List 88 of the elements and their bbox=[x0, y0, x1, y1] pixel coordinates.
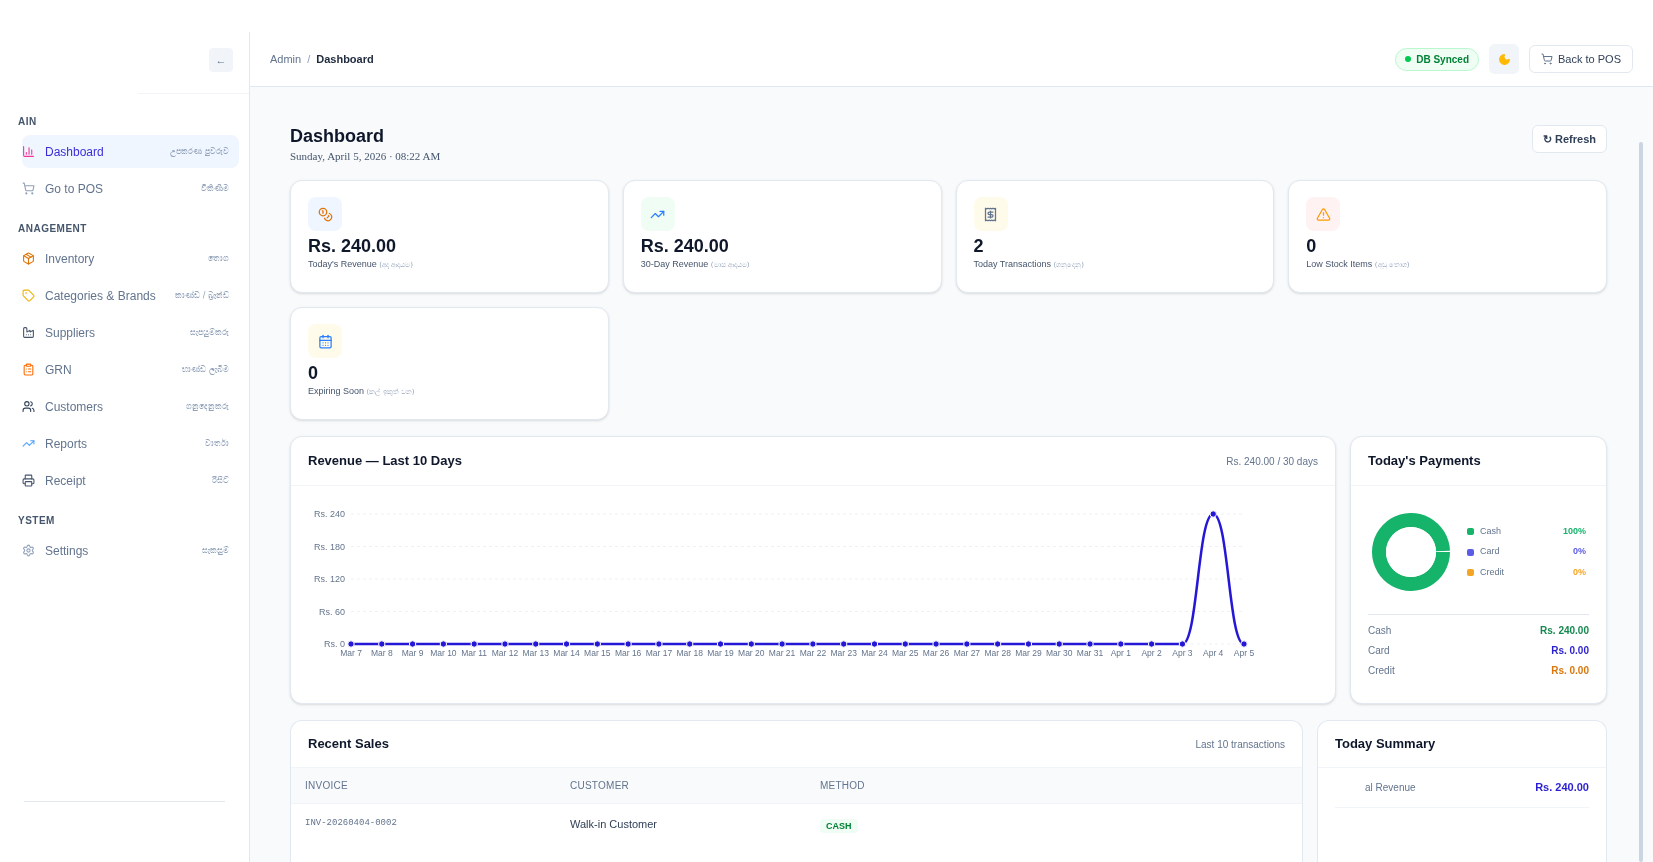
y-tick-label: Rs. 240 bbox=[313, 509, 345, 519]
x-tick-label: Mar 19 bbox=[707, 648, 734, 658]
sidebar-item[interactable]: Inventory තොග bbox=[22, 242, 239, 275]
card-title: Revenue — Last 10 Days bbox=[308, 452, 462, 471]
x-tick-label: Mar 20 bbox=[738, 648, 765, 658]
legend-percent: 100% bbox=[1562, 524, 1586, 538]
column-header: CUSTOMER bbox=[570, 779, 631, 793]
summary-value: Rs. 240.00 bbox=[1535, 780, 1589, 796]
x-tick-label: Mar 26 bbox=[922, 648, 950, 658]
legend-percent: 0% bbox=[1573, 565, 1586, 579]
x-tick-label: Mar 16 bbox=[614, 648, 642, 658]
customer-cell-text: Walk-in Customer bbox=[570, 816, 658, 832]
summary-label: al Revenue bbox=[1364, 781, 1416, 795]
section-label: YSTEM bbox=[17, 514, 56, 528]
payment-method-label: Cash bbox=[1368, 624, 1392, 638]
x-tick-label: Mar 25 bbox=[892, 648, 919, 658]
payment-method-label: Credit bbox=[1368, 664, 1395, 678]
sidebar-item[interactable]: Dashboard උපකරණ පුවරුව bbox=[22, 135, 239, 168]
sidebar-item[interactable]: GRN භාණ්ඩ ලැබීම bbox=[22, 353, 239, 386]
y-tick-label: Rs. 120 bbox=[313, 574, 345, 584]
card-title: Recent Sales bbox=[308, 735, 389, 754]
x-tick-label: Apr 5 bbox=[1233, 648, 1255, 658]
payment-amount: Rs. 240.00 bbox=[1540, 624, 1589, 638]
x-tick-label: Mar 7 bbox=[340, 648, 362, 658]
x-tick-label: Mar 15 bbox=[584, 648, 611, 658]
refresh-button[interactable]: ↻ Refresh bbox=[1531, 125, 1607, 153]
x-tick-label: Mar 18 bbox=[676, 648, 703, 658]
x-tick-label: Mar 27 bbox=[953, 648, 981, 658]
page-title: Dashboard bbox=[290, 125, 386, 148]
method-badge: CASH bbox=[820, 819, 858, 833]
card-title: Today Summary bbox=[1335, 735, 1436, 754]
revenue-summary: Rs. 240.00 / 30 days bbox=[1226, 454, 1318, 469]
x-tick-label: Apr 2 bbox=[1141, 648, 1162, 658]
section-label: ANAGEMENT bbox=[17, 222, 88, 236]
stat-value: 0 bbox=[1306, 235, 1318, 258]
x-tick-label: Apr 3 bbox=[1172, 648, 1193, 658]
legend-label: Credit bbox=[1480, 565, 1504, 579]
stat-value: Rs. 240.00 bbox=[308, 235, 398, 258]
card-note: Last 10 transactions bbox=[1195, 737, 1285, 752]
payment-method-label: Card bbox=[1368, 644, 1390, 658]
y-tick-label: Rs. 0 bbox=[324, 639, 345, 649]
sidebar-item[interactable]: Suppliers සැපයුම්කරු bbox=[22, 316, 239, 349]
x-tick-label: Mar 11 bbox=[461, 648, 488, 658]
column-header: METHOD bbox=[820, 779, 866, 793]
y-tick-label: Rs. 60 bbox=[319, 606, 345, 617]
sidebar-item[interactable]: Reports වාර්තා bbox=[22, 427, 239, 460]
legend-label: Card bbox=[1480, 545, 1500, 559]
x-tick-label: Mar 8 bbox=[370, 648, 393, 658]
x-tick-label: Mar 10 bbox=[430, 648, 457, 658]
sidebar-item[interactable]: Go to POS විකිණීම bbox=[22, 172, 239, 205]
x-tick-label: Mar 29 bbox=[1015, 648, 1042, 658]
payment-amount: Rs. 0.00 bbox=[1551, 644, 1589, 658]
back-to-pos-button[interactable]: Back to POS bbox=[1529, 45, 1633, 73]
x-tick-label: Mar 31 bbox=[1076, 648, 1104, 658]
x-tick-label: Mar 13 bbox=[522, 648, 549, 658]
x-tick-label: Mar 17 bbox=[645, 648, 673, 658]
page-date: Sunday, April 5, 2026 · 08:22 AM bbox=[290, 148, 441, 164]
x-tick-label: Mar 9 bbox=[401, 648, 424, 658]
x-tick-label: Mar 30 bbox=[1046, 648, 1073, 658]
sidebar-item[interactable]: Categories & Brands කාණ්ඩ / බ්‍රෑන්ඩ් bbox=[22, 279, 239, 312]
sidebar-item[interactable]: Customers ගනුදෙනුකරු bbox=[22, 390, 239, 423]
breadcrumb-link[interactable]: Admin bbox=[270, 50, 302, 68]
sync-badge: DB Synced bbox=[1395, 47, 1479, 71]
legend-percent: 0% bbox=[1573, 545, 1586, 559]
collapse-button[interactable]: ← bbox=[209, 48, 233, 72]
stat-value: 2 bbox=[973, 235, 985, 258]
legend-label: Cash bbox=[1480, 524, 1501, 538]
x-tick-label: Mar 23 bbox=[830, 648, 857, 658]
x-tick-label: Mar 14 bbox=[553, 648, 580, 658]
x-tick-label: Mar 22 bbox=[799, 648, 827, 658]
x-tick-label: Mar 28 bbox=[984, 648, 1011, 658]
column-header: INVOICE bbox=[305, 779, 349, 793]
x-tick-label: Apr 1 bbox=[1110, 648, 1131, 658]
x-tick-label: Mar 21 bbox=[768, 648, 796, 658]
stat-value: Rs. 240.00 bbox=[640, 235, 730, 258]
x-tick-label: Mar 12 bbox=[491, 648, 519, 658]
x-tick-label: Apr 4 bbox=[1203, 648, 1224, 658]
section-label: AIN bbox=[17, 115, 38, 129]
breadcrumb-current: Dashboard bbox=[316, 51, 374, 67]
sidebar-item[interactable]: Settings සැකසුම් bbox=[22, 534, 239, 567]
card-title: Today's Payments bbox=[1368, 452, 1481, 471]
y-tick-label: Rs. 180 bbox=[313, 541, 345, 552]
stat-value: 0 bbox=[308, 362, 319, 385]
breadcrumb-separator: / bbox=[307, 51, 311, 67]
invoice-cell-text: INV-20260404-0002 bbox=[305, 817, 398, 831]
x-tick-label: Mar 24 bbox=[861, 648, 888, 658]
sidebar-item[interactable]: Receipt රිසිට් bbox=[22, 464, 239, 497]
payment-amount: Rs. 0.00 bbox=[1551, 664, 1589, 678]
